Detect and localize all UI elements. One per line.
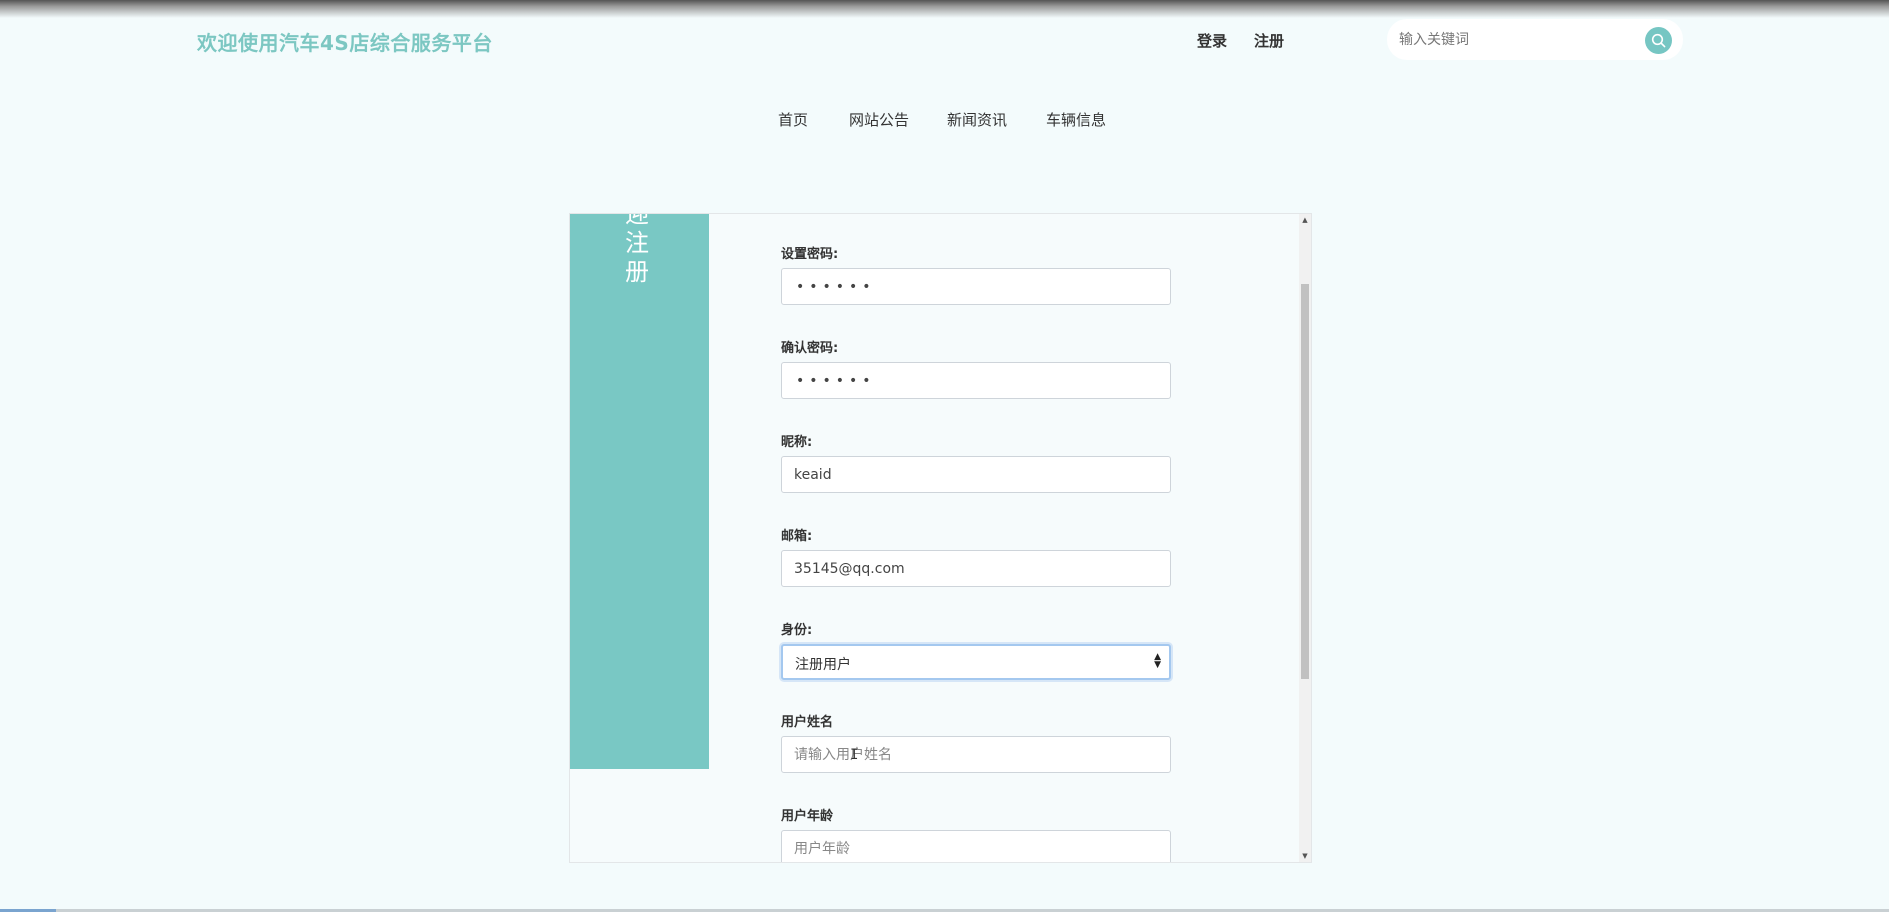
nickname-field[interactable] [781, 456, 1171, 493]
search-icon [1651, 33, 1666, 48]
side-banner-title: 迎注册 [625, 213, 649, 286]
top-shadow [0, 0, 1889, 18]
nav-home[interactable]: 首页 [778, 109, 808, 130]
register-link[interactable]: 注册 [1254, 30, 1284, 51]
panel-scrollbar[interactable]: ▲ ▼ [1299, 214, 1311, 862]
password-field[interactable] [781, 268, 1171, 305]
search-button[interactable] [1645, 27, 1672, 54]
nav-news[interactable]: 新闻资讯 [947, 109, 1007, 130]
nav-vehicles[interactable]: 车辆信息 [1046, 109, 1106, 130]
age-field[interactable] [781, 830, 1171, 862]
email-label: 邮箱: [781, 529, 813, 544]
identity-select[interactable]: 注册用户 ▲ ▼ [781, 644, 1171, 680]
identity-selected-value: 注册用户 [795, 657, 851, 673]
confirm-password-label: 确认密码: [781, 341, 839, 356]
side-banner: 迎注册 [570, 214, 709, 769]
nav-announcements[interactable]: 网站公告 [849, 109, 909, 130]
age-label: 用户年龄 [781, 809, 834, 824]
login-link[interactable]: 登录 [1197, 30, 1227, 51]
username-label: 用户姓名 [781, 715, 834, 730]
password-label: 设置密码: [781, 247, 839, 262]
text-cursor-icon: I [850, 747, 859, 763]
identity-label: 身份: [781, 623, 813, 638]
search-box [1387, 19, 1683, 60]
scroll-up-arrow-icon[interactable]: ▲ [1301, 216, 1309, 224]
site-title: 欢迎使用汽车4S店综合服务平台 [197, 31, 493, 55]
username-field[interactable] [781, 736, 1171, 773]
search-input[interactable] [1399, 29, 1629, 51]
scrollbar-thumb[interactable] [1301, 284, 1309, 679]
register-panel: 迎注册 设置密码: 确认密码: 昵称: 邮箱: 身份: 注册用户 ▲▼ 用户姓名… [569, 213, 1312, 863]
confirm-password-field[interactable] [781, 362, 1171, 399]
nickname-label: 昵称: [781, 435, 813, 450]
sort-caret-icon: ▲ ▼ [1154, 652, 1161, 670]
email-field[interactable] [781, 550, 1171, 587]
scroll-down-arrow-icon[interactable]: ▼ [1301, 852, 1309, 860]
